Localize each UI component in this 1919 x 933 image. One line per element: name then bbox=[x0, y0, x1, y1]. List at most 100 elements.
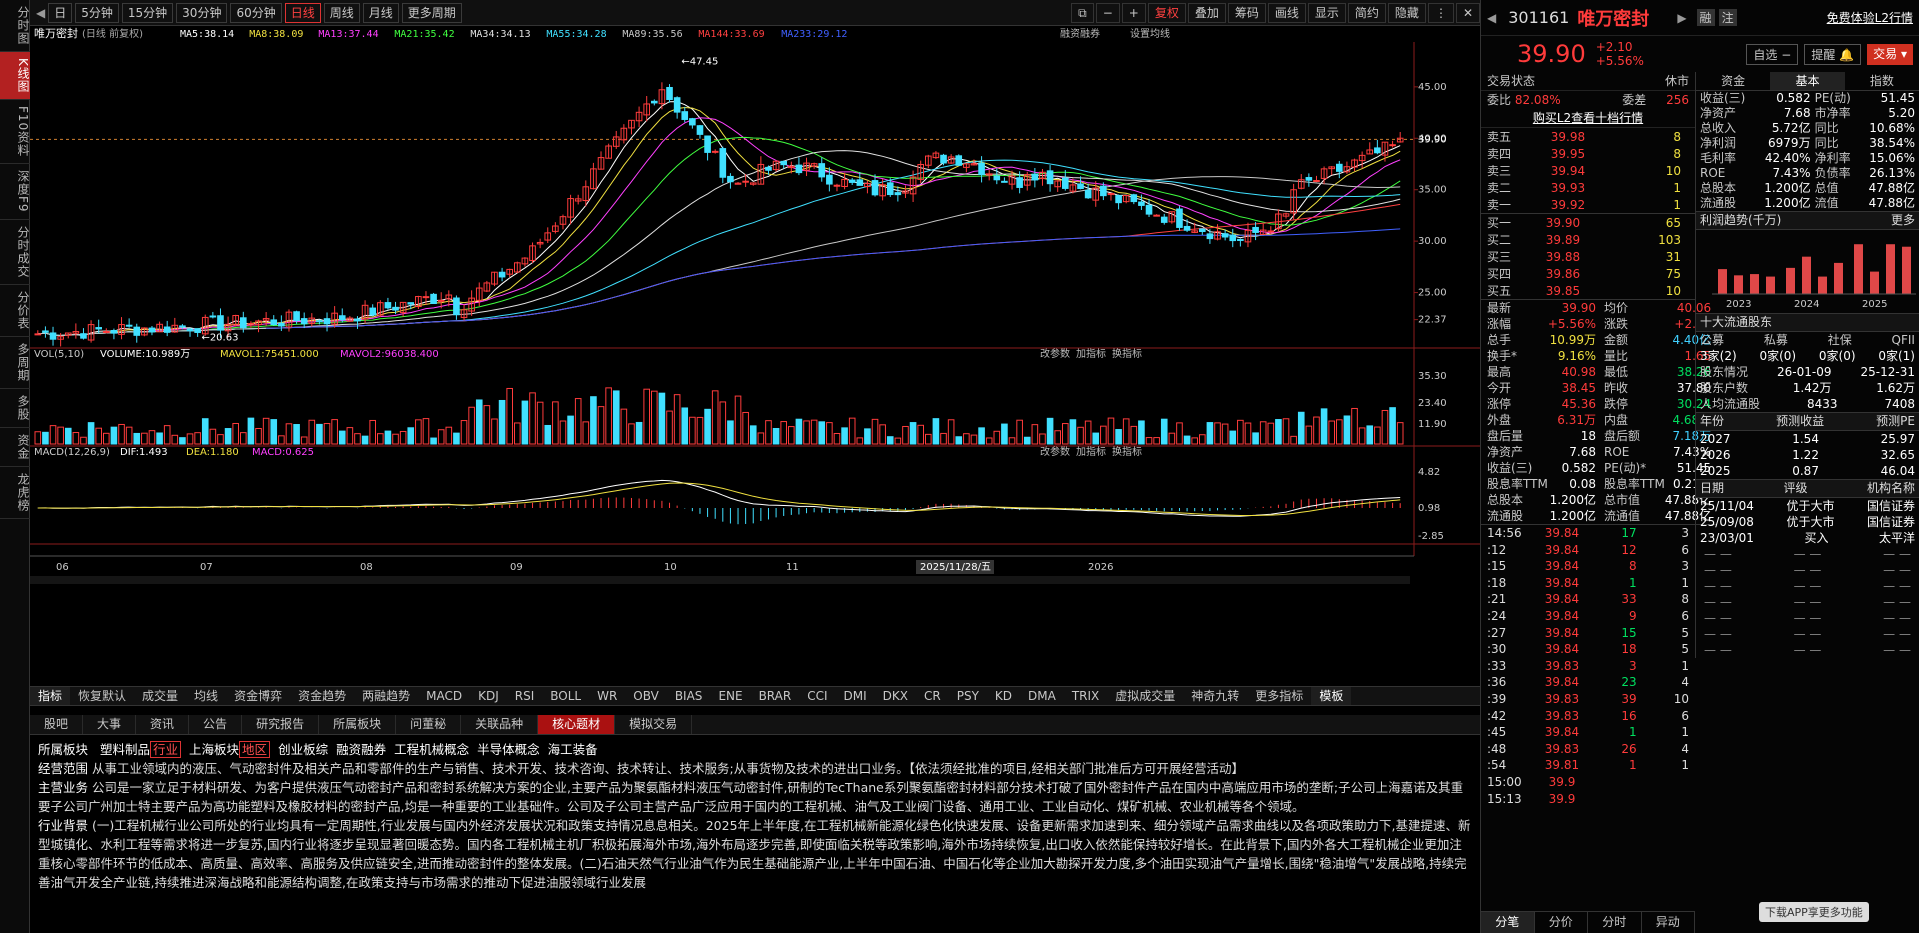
indicator-3[interactable]: 均线 bbox=[186, 687, 226, 705]
period-2[interactable]: 15分钟 bbox=[121, 2, 174, 23]
rail-item-1[interactable]: K线图 bbox=[0, 52, 30, 100]
vol-pane-link[interactable]: 加指标 bbox=[1076, 347, 1106, 360]
indicator-8[interactable]: KDJ bbox=[470, 687, 507, 705]
tool-5[interactable]: 简约 bbox=[1347, 2, 1386, 23]
bottom-tab-2[interactable]: 分时 bbox=[1588, 912, 1642, 933]
indicator-4[interactable]: 资金博弈 bbox=[226, 687, 290, 705]
margin-link[interactable]: 融资融券 bbox=[1060, 27, 1100, 40]
period-0[interactable]: 日 bbox=[48, 2, 73, 23]
asks-price[interactable]: 39.98 bbox=[1521, 128, 1615, 145]
indicator-13[interactable]: BIAS bbox=[667, 687, 711, 705]
l2-trial-link[interactable]: 免费体验L2行情 bbox=[1827, 9, 1913, 26]
indicator-6[interactable]: 两融趋势 bbox=[354, 687, 418, 705]
close-icon[interactable]: ✕ bbox=[1455, 2, 1480, 23]
indicator-5[interactable]: 资金趋势 bbox=[290, 687, 354, 705]
indicator-16[interactable]: CCI bbox=[799, 687, 835, 705]
indicator-23[interactable]: TRIX bbox=[1064, 687, 1107, 705]
vol-pane-link[interactable]: 换指标 bbox=[1112, 347, 1142, 360]
prev-stock-icon[interactable]: ◀ bbox=[1487, 11, 1496, 25]
alert-button[interactable]: 提醒 bbox=[1811, 48, 1835, 62]
indicator-10[interactable]: BOLL bbox=[542, 687, 589, 705]
bids-price[interactable]: 39.85 bbox=[1521, 282, 1605, 300]
f10-tab-8[interactable]: 核心题材 bbox=[538, 715, 616, 734]
bottom-tab-0[interactable]: 分笔 bbox=[1481, 912, 1535, 933]
rail-item-3[interactable]: 深度F9 bbox=[0, 164, 30, 220]
watchlist-button[interactable]: 自选 bbox=[1753, 48, 1777, 62]
zoom-in-icon[interactable]: + bbox=[1121, 2, 1146, 23]
f10-tab-4[interactable]: 研究报告 bbox=[242, 715, 320, 734]
sector-2[interactable]: 创业板综 bbox=[278, 742, 328, 757]
lock-icon[interactable]: ⧉ bbox=[1071, 2, 1094, 23]
indicator-19[interactable]: CR bbox=[916, 687, 949, 705]
rail-item-6[interactable]: 多周期 bbox=[0, 337, 30, 389]
f10-tab-2[interactable]: 资讯 bbox=[136, 715, 190, 734]
bottom-tab-3[interactable]: 异动 bbox=[1642, 912, 1695, 933]
bids-price[interactable]: 39.89 bbox=[1521, 231, 1605, 248]
indicator-20[interactable]: PSY bbox=[949, 687, 987, 705]
indicator-17[interactable]: DMI bbox=[836, 687, 875, 705]
f10-tab-3[interactable]: 公告 bbox=[189, 715, 243, 734]
f10-tab-1[interactable]: 大事 bbox=[83, 715, 137, 734]
rail-item-9[interactable]: 龙虎榜 bbox=[0, 467, 30, 519]
rail-item-2[interactable]: F10资料 bbox=[0, 100, 30, 165]
rp-tab-2[interactable]: 指数 bbox=[1845, 72, 1919, 90]
macd-pane-link[interactable]: 改参数 bbox=[1040, 445, 1070, 458]
bids-price[interactable]: 39.86 bbox=[1521, 265, 1605, 282]
minus-icon[interactable]: − bbox=[1781, 48, 1791, 62]
sector-3[interactable]: 融资融券 bbox=[336, 742, 386, 757]
tool-3[interactable]: 画线 bbox=[1267, 2, 1306, 23]
period-4[interactable]: 60分钟 bbox=[230, 2, 282, 23]
indicator-22[interactable]: DMA bbox=[1020, 687, 1064, 705]
kline-chart-area[interactable]: 唯万密封 (日线 前复权) MA5:38.14 MA8:38.09 MA13:37.44… bbox=[30, 26, 1480, 682]
rail-item-4[interactable]: 分时成交 bbox=[0, 220, 30, 285]
tool-0[interactable]: 复权 bbox=[1147, 2, 1186, 23]
rp-tab-0[interactable]: 资金 bbox=[1696, 72, 1770, 90]
rail-item-5[interactable]: 分价表 bbox=[0, 285, 30, 337]
indicator-2[interactable]: 成交量 bbox=[134, 687, 186, 705]
rp-tab-1[interactable]: 基本 bbox=[1770, 72, 1845, 90]
macd-pane-link[interactable]: 加指标 bbox=[1076, 445, 1106, 458]
f10-tab-0[interactable]: 股吧 bbox=[30, 715, 84, 734]
indicator-7[interactable]: MACD bbox=[418, 687, 470, 705]
tool-4[interactable]: 显示 bbox=[1307, 2, 1346, 23]
asks-price[interactable]: 39.92 bbox=[1521, 196, 1615, 214]
rail-item-0[interactable]: 分时图 bbox=[0, 0, 30, 52]
period-6[interactable]: 周线 bbox=[323, 2, 360, 23]
indicator-26[interactable]: 更多指标 bbox=[1247, 687, 1311, 705]
kline-chart-svg[interactable]: 唯万密封 (日线 前复权) MA5:38.14 MA8:38.09 MA13:37.44… bbox=[30, 26, 1480, 682]
rail-item-8[interactable]: 资金 bbox=[0, 428, 30, 467]
indicator-14[interactable]: ENE bbox=[710, 687, 750, 705]
zoom-out-icon[interactable]: − bbox=[1095, 2, 1120, 23]
rail-item-7[interactable]: 多股 bbox=[0, 389, 30, 428]
next-stock-icon[interactable]: ▶ bbox=[1677, 11, 1686, 25]
asks-price[interactable]: 39.95 bbox=[1521, 145, 1615, 162]
period-5[interactable]: 日线 bbox=[284, 2, 321, 23]
trade-button[interactable]: 交易 bbox=[1873, 47, 1897, 61]
indicator-18[interactable]: DKX bbox=[875, 687, 916, 705]
sector-1[interactable]: 上海板块 bbox=[189, 742, 239, 757]
ma-settings-link[interactable]: 设置均线 bbox=[1130, 27, 1170, 40]
tool-1[interactable]: 叠加 bbox=[1187, 2, 1226, 23]
bids-price[interactable]: 39.88 bbox=[1521, 248, 1605, 265]
tool-2[interactable]: 筹码 bbox=[1227, 2, 1266, 23]
indicator-24[interactable]: 虚拟成交量 bbox=[1107, 687, 1183, 705]
prev-arrow-icon[interactable]: ◀ bbox=[36, 6, 45, 20]
indicator-0[interactable]: 指标 bbox=[30, 687, 71, 705]
period-7[interactable]: 月线 bbox=[362, 2, 399, 23]
tool-6[interactable]: 隐藏 bbox=[1387, 2, 1426, 23]
macd-pane-link[interactable]: 换指标 bbox=[1112, 445, 1142, 458]
f10-tab-6[interactable]: 问董秘 bbox=[396, 715, 462, 734]
f10-tab-5[interactable]: 所属板块 bbox=[319, 715, 397, 734]
profit-more-link[interactable]: 更多 bbox=[1891, 212, 1915, 229]
bottom-tab-1[interactable]: 分价 bbox=[1535, 912, 1588, 933]
indicator-12[interactable]: OBV bbox=[625, 687, 667, 705]
sector-5[interactable]: 半导体概念 bbox=[477, 742, 540, 757]
indicator-25[interactable]: 神奇九转 bbox=[1183, 687, 1247, 705]
indicator-15[interactable]: BRAR bbox=[751, 687, 800, 705]
asks-price[interactable]: 39.94 bbox=[1521, 162, 1615, 179]
l2-buy-link[interactable]: 购买L2查看十档行情 bbox=[1481, 109, 1695, 128]
bids-price[interactable]: 39.90 bbox=[1521, 214, 1605, 231]
chart-scrollbar[interactable] bbox=[30, 576, 1410, 584]
sector-0[interactable]: 塑料制品 bbox=[100, 742, 150, 757]
sector-6[interactable]: 海工装备 bbox=[548, 742, 598, 757]
